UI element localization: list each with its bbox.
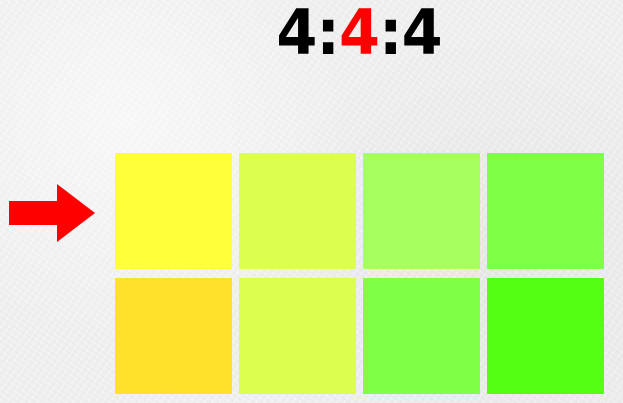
- arrow-shape: [9, 184, 95, 242]
- right-arrow-icon: [9, 184, 95, 242]
- pixel-swatch: [115, 153, 232, 269]
- pixel-swatch: [487, 153, 604, 269]
- ratio-part-luma: 4: [276, 0, 319, 69]
- pixel-swatch: [115, 278, 232, 394]
- pixel-swatch: [239, 278, 356, 394]
- pixel-swatch: [239, 153, 356, 269]
- pixel-swatch: [487, 278, 604, 394]
- pixel-swatch: [363, 278, 480, 394]
- subsampling-ratio-title: 4:4:4: [256, 0, 465, 68]
- ratio-separator: :: [316, 0, 341, 69]
- ratio-separator: :: [379, 0, 404, 69]
- pixel-swatch: [363, 153, 480, 269]
- ratio-part-chroma: 4: [401, 0, 444, 69]
- pixel-swatch-grid: [115, 153, 605, 395]
- ratio-part-highlighted: 4: [339, 0, 381, 69]
